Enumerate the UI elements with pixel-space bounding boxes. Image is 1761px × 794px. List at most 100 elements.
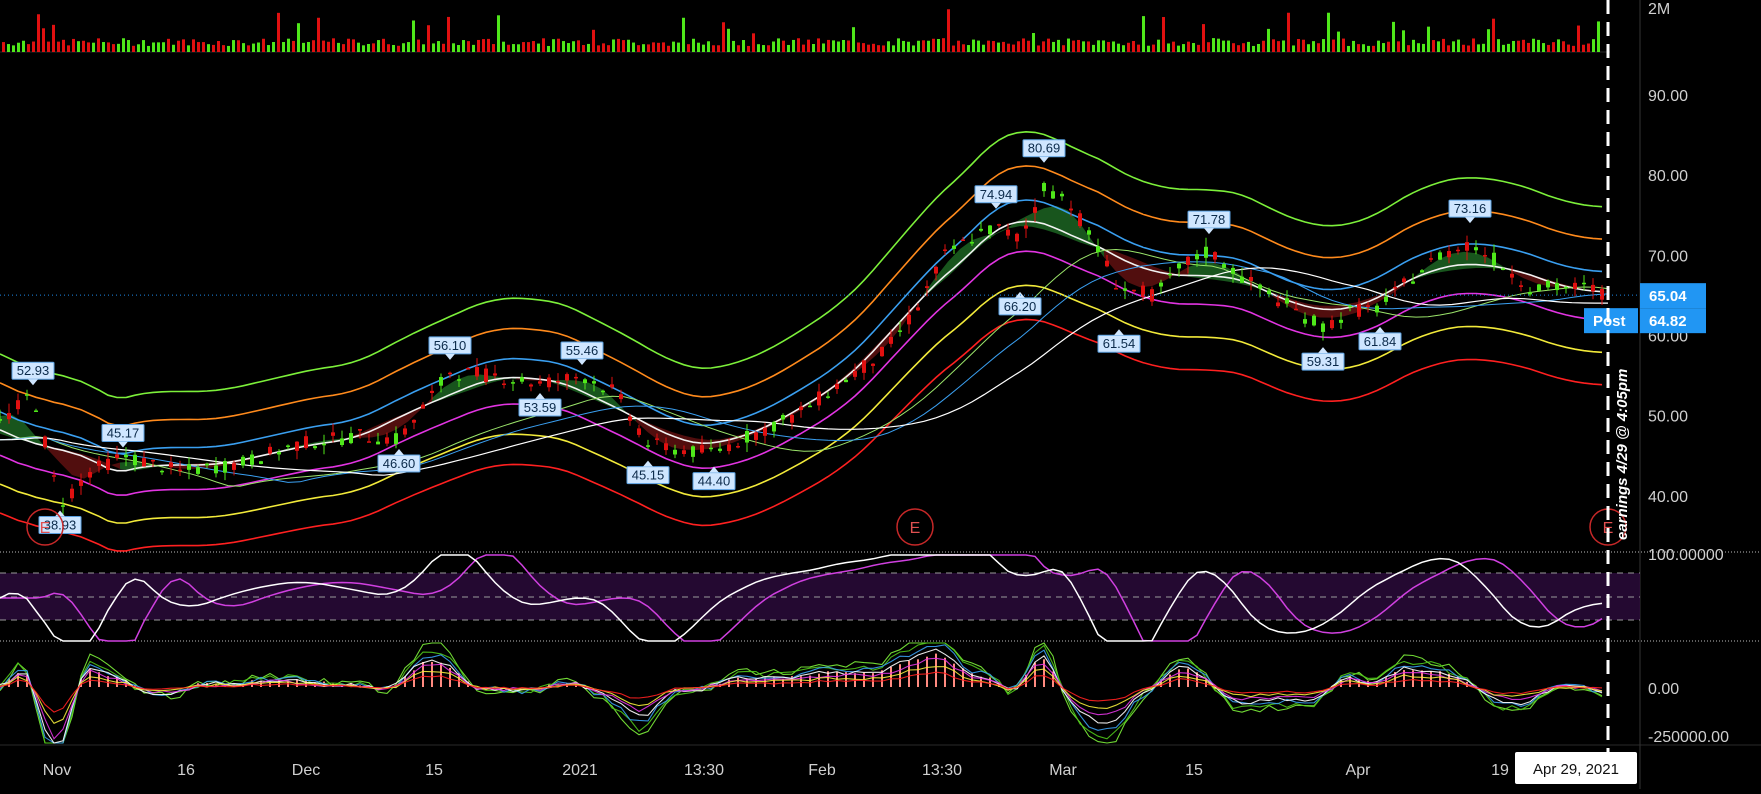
volume-bar bbox=[822, 43, 825, 52]
volume-bar bbox=[1017, 41, 1020, 52]
volume-bar bbox=[787, 44, 790, 52]
time-tick-label: Dec bbox=[292, 762, 320, 779]
flow-bar bbox=[440, 662, 442, 687]
volume-bar bbox=[717, 45, 720, 52]
volume-bar bbox=[267, 45, 270, 52]
candle-body bbox=[547, 377, 551, 388]
label-value: 52.93 bbox=[17, 363, 50, 378]
candle-body bbox=[916, 307, 920, 311]
volume-bar bbox=[1257, 44, 1260, 52]
candle-body bbox=[232, 463, 236, 470]
volume-bar bbox=[1572, 45, 1575, 52]
candle-body bbox=[601, 390, 605, 393]
candle-body bbox=[1105, 260, 1109, 267]
volume-bar bbox=[212, 44, 215, 52]
volume-bar bbox=[537, 43, 540, 52]
time-tick-label: 2021 bbox=[562, 762, 598, 779]
candle-body bbox=[124, 454, 128, 458]
volume-bar bbox=[662, 42, 665, 52]
volume-bar bbox=[37, 14, 40, 53]
volume-bar bbox=[947, 9, 950, 52]
volume-bar bbox=[1457, 39, 1460, 52]
candle-body bbox=[151, 459, 155, 462]
volume-bar bbox=[837, 41, 840, 52]
candle-body bbox=[430, 390, 434, 393]
candle-body bbox=[1240, 276, 1244, 283]
volume-bar bbox=[802, 44, 805, 52]
candle-body bbox=[1438, 252, 1442, 260]
volume-bar bbox=[1247, 41, 1250, 52]
candle-body bbox=[1483, 255, 1487, 257]
candle-body bbox=[1159, 282, 1163, 287]
volume-bar bbox=[1022, 38, 1025, 52]
candle-body bbox=[259, 461, 263, 464]
volume-bar bbox=[532, 41, 535, 52]
candle-body bbox=[1177, 263, 1181, 269]
candle-body bbox=[385, 437, 389, 444]
volume-bar bbox=[1262, 40, 1265, 52]
candle-body bbox=[961, 239, 965, 241]
volume-bar bbox=[1312, 41, 1315, 52]
candle-body bbox=[727, 444, 731, 452]
volume-bar bbox=[732, 40, 735, 52]
candle-body bbox=[1519, 285, 1523, 287]
volume-bar bbox=[797, 38, 800, 52]
volume-bar bbox=[1452, 41, 1455, 52]
volume-bar bbox=[1402, 30, 1405, 52]
volume-bar bbox=[902, 40, 905, 52]
volume-bar bbox=[517, 44, 520, 52]
candle-body bbox=[1573, 282, 1577, 289]
stock-chart[interactable]: 52.93 38.93 45.17 46.60 56.10 53.59 55.46 45.15… bbox=[0, 0, 1761, 789]
volume-bar bbox=[827, 39, 830, 52]
volume-bar bbox=[767, 45, 770, 52]
candle-body bbox=[313, 446, 317, 449]
volume-bar bbox=[1377, 40, 1380, 52]
volume-bar bbox=[632, 42, 635, 52]
candle-body bbox=[1267, 290, 1271, 295]
candle-body bbox=[754, 432, 758, 440]
volume-bar bbox=[392, 44, 395, 52]
candle-body bbox=[1348, 305, 1352, 308]
volume-bar bbox=[1237, 45, 1240, 52]
price-tick-label: 40.00 bbox=[1648, 489, 1688, 506]
candle-body bbox=[475, 367, 479, 377]
volume-bar bbox=[1532, 38, 1535, 52]
volume-bar bbox=[987, 40, 990, 52]
volume-bar bbox=[162, 42, 165, 52]
volume-bar bbox=[607, 45, 610, 52]
chart-canvas[interactable]: 52.9338.9345.1746.6056.1053.5955.4645.15… bbox=[0, 0, 1761, 789]
volume-bar bbox=[1527, 42, 1530, 52]
candle-body bbox=[1528, 291, 1532, 295]
volume-bar bbox=[637, 45, 640, 52]
volume-bar bbox=[1387, 41, 1390, 52]
volume-bar bbox=[1282, 40, 1285, 52]
candle-body bbox=[484, 368, 488, 383]
candle-body bbox=[862, 360, 866, 373]
volume-bar bbox=[42, 28, 45, 52]
volume-bar bbox=[327, 41, 330, 52]
candle-body bbox=[664, 443, 668, 451]
volume-bar bbox=[377, 40, 380, 52]
volume-bar bbox=[1042, 41, 1045, 52]
candle-body bbox=[1312, 315, 1316, 326]
candle-body bbox=[439, 377, 443, 386]
volume-bar bbox=[1037, 45, 1040, 52]
volume-bar bbox=[1007, 43, 1010, 52]
volume-bar bbox=[47, 41, 50, 52]
candle-body bbox=[574, 376, 578, 379]
candle-body bbox=[1339, 319, 1343, 323]
candle-body bbox=[1087, 230, 1091, 235]
price-tick-label: 90.00 bbox=[1648, 88, 1688, 105]
volume-bar bbox=[1032, 33, 1035, 52]
volume-bar bbox=[782, 40, 785, 52]
volume-bar bbox=[657, 42, 660, 52]
candle-body bbox=[610, 384, 614, 388]
volume-bar bbox=[912, 45, 915, 52]
volume-bar bbox=[2, 42, 5, 52]
volume-bar bbox=[1092, 44, 1095, 52]
candle-body bbox=[178, 469, 182, 472]
volume-bar bbox=[1137, 44, 1140, 52]
volume-bar bbox=[1372, 45, 1375, 52]
volume-bar bbox=[627, 39, 630, 52]
volume-bar bbox=[852, 27, 855, 52]
